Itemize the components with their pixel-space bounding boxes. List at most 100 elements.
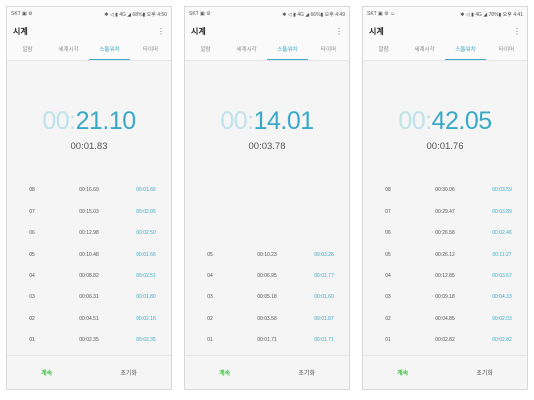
lap-split-time: 00:01.87 <box>314 315 334 322</box>
lap-split-time: 00:11.27 <box>492 251 512 258</box>
lap-number: 08 <box>385 187 391 194</box>
lap-row: 07 00:29.47 00:03.89 <box>363 201 527 222</box>
phone-screen-1: SKT ▣ ⚙ ✱ ◁ ▮ 4G ◢ 68%▮ 오후 4:50 시계 ⋮ 알람 세계시각 스… <box>6 6 172 390</box>
main-time-minutes: 00: <box>220 107 254 135</box>
lap-split-time: 00:01.71 <box>314 337 334 344</box>
reset-button[interactable]: 초기화 <box>476 368 493 377</box>
app-bar: 시계 ⋮ <box>7 21 171 41</box>
lap-number: 07 <box>29 208 35 215</box>
lap-total-time: 00:26.12 <box>435 251 455 258</box>
lap-split-time: 00:01.77 <box>314 273 334 280</box>
lap-row: 02 00:04.85 00:02.03 <box>363 308 527 329</box>
lap-number: 06 <box>385 230 391 237</box>
lap-number: 08 <box>29 187 35 194</box>
bottom-bar: 계속 초기화 <box>363 355 527 389</box>
lap-row: 08 00:16.69 00:01.66 <box>7 180 171 201</box>
tab-bar: 알람 세계시각 스톱워치 타이머 <box>363 41 527 61</box>
lap-total-time: 00:09.18 <box>435 294 455 301</box>
lap-split-time: 00:02.46 <box>492 230 512 237</box>
main-time-seconds: 14.01 <box>253 107 315 135</box>
tab-2[interactable]: 세계시각 <box>404 41 445 60</box>
lap-total-time: 00:12.98 <box>79 230 99 237</box>
lap-number: 04 <box>207 273 213 280</box>
lap-number: 02 <box>207 315 213 322</box>
lap-list: 08 00:16.69 00:01.66 07 00:15.03 00:02.05 06 00… <box>7 180 171 351</box>
continue-button[interactable]: 계속 <box>219 368 230 377</box>
lap-number: 06 <box>29 230 35 237</box>
lap-split-time: 00:01.66 <box>136 251 156 258</box>
continue-button[interactable]: 계속 <box>397 368 408 377</box>
tab-4[interactable]: 타이머 <box>130 41 171 60</box>
lap-number: 01 <box>207 337 213 344</box>
current-lap-time: 00:03.78 <box>248 141 286 152</box>
tab-4[interactable]: 타이머 <box>486 41 527 60</box>
tab-1[interactable]: 알람 <box>363 41 404 60</box>
more-vert-icon[interactable]: ⋮ <box>157 27 165 36</box>
lap-total-time: 00:05.18 <box>257 294 277 301</box>
lap-split-time: 00:02.82 <box>492 337 512 344</box>
lap-total-time: 00:15.03 <box>79 208 99 215</box>
lap-split-time: 00:01.66 <box>136 187 156 194</box>
main-time-seconds: 42.05 <box>431 107 493 135</box>
tab-2[interactable]: 세계시각 <box>226 41 267 60</box>
lap-split-time: 00:02.03 <box>492 315 512 322</box>
status-right: ✱ ◁ ▮ 4G ◢ 66%▮ 오후 4:49 <box>282 11 345 18</box>
reset-button[interactable]: 초기화 <box>298 368 315 377</box>
lap-row: 02 00:03.58 00:01.87 <box>185 308 349 329</box>
lap-number: 04 <box>29 273 35 280</box>
bottom-bar: 계속 초기화 <box>7 355 171 389</box>
lap-row: 06 00:12.98 00:02.50 <box>7 223 171 244</box>
bottom-bar: 계속 초기화 <box>185 355 349 389</box>
continue-button[interactable]: 계속 <box>41 368 52 377</box>
tab-3[interactable]: 스톱워치 <box>445 41 486 60</box>
current-lap-time: 00:01.76 <box>426 141 464 152</box>
main-time-seconds: 21.10 <box>75 107 137 135</box>
lap-split-time: 00:03.67 <box>492 273 512 280</box>
tab-2[interactable]: 세계시각 <box>48 41 89 60</box>
main-time-display: 00:42.05 <box>363 107 527 136</box>
tab-3[interactable]: 스톱워치 <box>267 41 308 60</box>
lap-number: 03 <box>29 294 35 301</box>
main-time-display: 00:14.01 <box>185 107 349 136</box>
app-bar: 시계 ⋮ <box>363 21 527 41</box>
lap-list: 08 00:30.06 00:03.59 07 00:29.47 00:03.89 06 00… <box>363 180 527 351</box>
status-bar: SKT ▣ ⚙ ✱ ◁ ▮ 4G ◢ 68%▮ 오후 4:50 <box>7 7 171 21</box>
status-bar: SKT ▣ ⚙ ✱ ◁ ▮ 4G ◢ 66%▮ 오후 4:49 <box>185 7 349 21</box>
lap-row: 05 00:26.12 00:11.27 <box>363 244 527 265</box>
tab-4[interactable]: 타이머 <box>308 41 349 60</box>
lap-total-time: 00:01.71 <box>257 337 277 344</box>
lap-split-time: 00:02.35 <box>136 337 156 344</box>
lap-total-time: 00:08.82 <box>79 273 99 280</box>
reset-button[interactable]: 초기화 <box>120 368 137 377</box>
lap-total-time: 00:10.23 <box>257 251 277 258</box>
lap-number: 03 <box>385 294 391 301</box>
lap-split-time: 00:02.50 <box>136 230 156 237</box>
more-vert-icon[interactable]: ⋮ <box>513 27 521 36</box>
status-bar: SKT ▣ ⚙ ☺ ✱ ◁ ▮ 4G ◢ 78%▮ 오후 4:41 <box>363 7 527 21</box>
lap-row: 02 00:04.51 00:02.16 <box>7 308 171 329</box>
lap-total-time: 00:30.06 <box>435 187 455 194</box>
lap-split-time: 00:02.16 <box>136 315 156 322</box>
tab-1[interactable]: 알람 <box>185 41 226 60</box>
lap-row: 06 00:26.58 00:02.46 <box>363 223 527 244</box>
lap-row: 03 00:05.18 00:01.60 <box>185 287 349 308</box>
lap-number: 05 <box>385 251 391 258</box>
lap-row: 03 00:09.18 00:04.33 <box>363 287 527 308</box>
phone-screen-3: SKT ▣ ⚙ ☺ ✱ ◁ ▮ 4G ◢ 78%▮ 오후 4:41 시계 ⋮ 알람 세계시… <box>362 6 528 390</box>
tab-1[interactable]: 알람 <box>7 41 48 60</box>
lap-number: 01 <box>29 337 35 344</box>
lap-split-time: 00:03.28 <box>314 251 334 258</box>
tab-bar: 알람 세계시각 스톱워치 타이머 <box>185 41 349 61</box>
lap-number: 01 <box>385 337 391 344</box>
lap-total-time: 00:04.51 <box>79 315 99 322</box>
lap-total-time: 00:03.58 <box>257 315 277 322</box>
status-left: SKT ▣ ⚙ <box>11 11 33 17</box>
more-vert-icon[interactable]: ⋮ <box>335 27 343 36</box>
lap-total-time: 00:02.35 <box>79 337 99 344</box>
lap-split-time: 00:02.51 <box>136 273 156 280</box>
lap-list: 05 00:10.23 00:03.28 04 00:06.95 00:01.77 03 00… <box>185 244 349 351</box>
status-right: ✱ ◁ ▮ 4G ◢ 78%▮ 오후 4:41 <box>460 11 523 18</box>
lap-split-time: 00:03.89 <box>492 208 512 215</box>
tab-3[interactable]: 스톱워치 <box>89 41 130 60</box>
main-time-minutes: 00: <box>398 107 432 135</box>
